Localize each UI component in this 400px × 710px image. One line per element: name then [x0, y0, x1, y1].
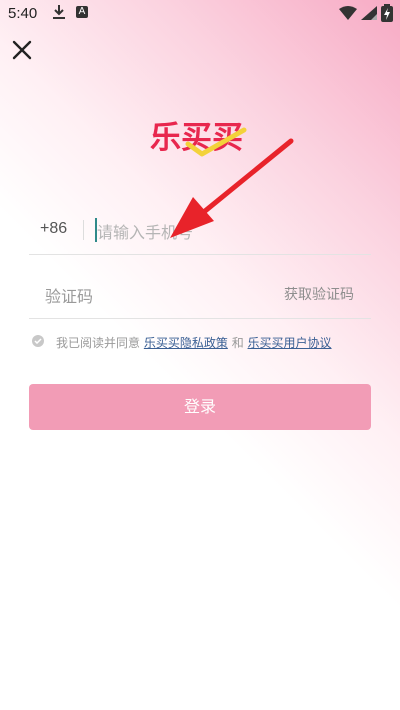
agreement-text: 我已阅读并同意 乐买买隐私政策 和 乐买买用户协议 — [56, 334, 332, 351]
phone-input-row[interactable]: +86 请输入手机号 — [29, 208, 371, 255]
battery-icon — [381, 4, 393, 26]
agreement-checkbox[interactable] — [32, 335, 44, 347]
phone-input[interactable]: 请输入手机号 — [97, 219, 193, 243]
signal-icon — [361, 5, 377, 24]
agreement-prefix: 我已阅读并同意 — [56, 336, 141, 350]
country-code[interactable]: +86 — [40, 220, 67, 238]
app-logo: 乐买买 — [148, 114, 258, 162]
close-icon — [12, 40, 32, 60]
wifi-icon — [339, 5, 357, 24]
code-input-row[interactable]: 验证码 获取验证码 — [29, 270, 371, 319]
check-icon — [34, 338, 42, 344]
status-time: 5:40 — [8, 5, 38, 22]
user-agreement-link[interactable]: 乐买买用户协议 — [248, 336, 332, 350]
close-button[interactable] — [10, 38, 34, 62]
download-icon — [52, 4, 66, 24]
agreement-and: 和 — [231, 336, 244, 350]
get-code-button[interactable]: 获取验证码 — [284, 284, 354, 304]
app-notification-icon: A — [76, 6, 88, 18]
verification-code-input[interactable]: 验证码 — [45, 283, 93, 307]
status-bar: 5:40 A — [0, 0, 400, 28]
annotation-arrow — [170, 138, 294, 238]
divider — [83, 220, 84, 240]
privacy-policy-link[interactable]: 乐买买隐私政策 — [144, 336, 228, 350]
login-button[interactable]: 登录 — [29, 384, 371, 430]
